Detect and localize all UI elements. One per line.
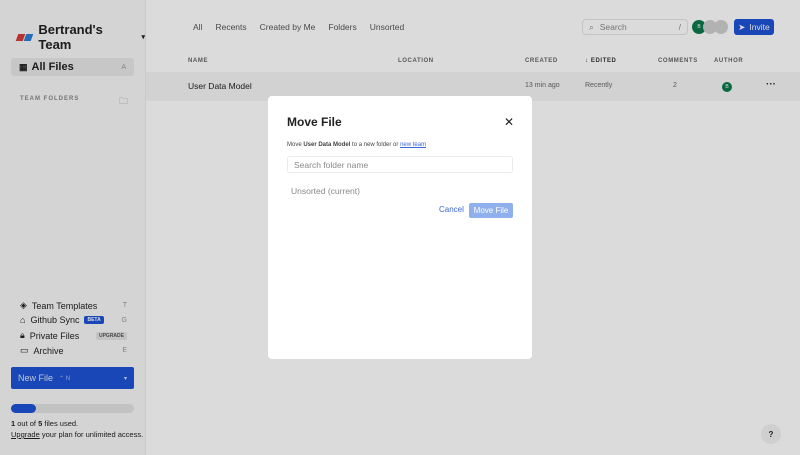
text: to a new folder or bbox=[350, 142, 401, 148]
text: Move bbox=[287, 142, 304, 148]
folder-search-input[interactable]: Search folder name bbox=[287, 156, 513, 173]
cancel-button[interactable]: Cancel bbox=[439, 205, 464, 214]
move-file-dialog: Move File ✕ Move User Data Model to a ne… bbox=[268, 96, 532, 359]
close-icon[interactable]: ✕ bbox=[504, 115, 514, 129]
new-team-link[interactable]: new team bbox=[400, 142, 426, 148]
dialog-description: Move User Data Model to a new folder or … bbox=[287, 142, 426, 148]
move-file-button[interactable]: Move File bbox=[469, 203, 513, 218]
folder-option-unsorted[interactable]: Unsorted (current) bbox=[291, 186, 360, 196]
file-name: User Data Model bbox=[303, 142, 351, 148]
dialog-title: Move File bbox=[287, 115, 342, 129]
placeholder: Search folder name bbox=[294, 159, 369, 170]
